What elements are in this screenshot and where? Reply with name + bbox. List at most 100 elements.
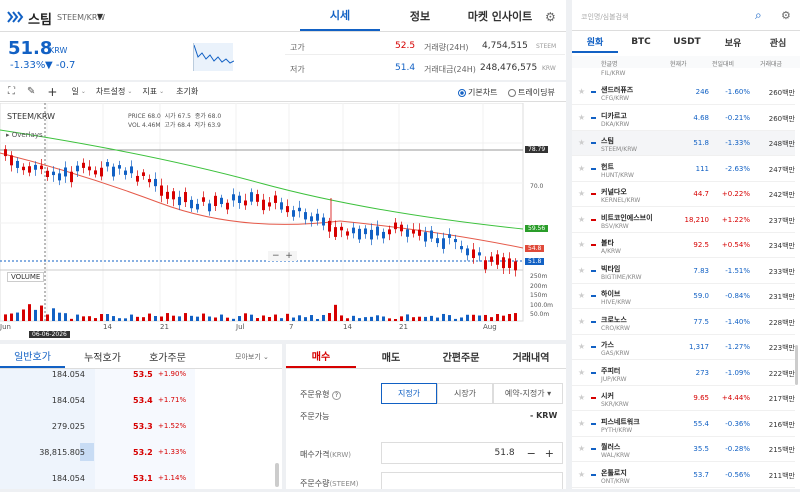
candle [322,217,325,226]
tab-simple-order[interactable]: 간편주문 [426,344,496,368]
plus-icon[interactable]: + [545,447,554,460]
market-row[interactable]: ★ 월러스 WAL/KRW 35.5 -0.28% 215백만 [572,437,795,462]
tab-usdt[interactable]: USDT [664,31,710,53]
star-icon[interactable]: ★ [578,393,585,402]
market-amt: 248백만 [768,140,795,148]
market-row[interactable]: ★ 비트코인에스브이 BSV/KRW 18,210 +1.22% 237백만 [572,208,795,233]
minus-icon[interactable]: − [527,447,536,460]
book-price[interactable]: 53.1 [133,474,153,483]
help-icon[interactable]: ? [332,391,341,400]
zoom-controls[interactable]: − + [268,251,297,261]
candle [232,194,235,201]
candle [502,257,505,269]
market-row[interactable]: ★ 피스네트워크 PYTH/KRW 55.4 -0.36% 216백만 [572,412,795,437]
book-price[interactable]: 53.3 [133,422,153,431]
candle [274,195,277,203]
market-row[interactable]: ★ 디카르고 DKA/KRW 4.68 -0.21% 260백만 [572,106,795,131]
volume-bar [16,312,19,321]
chevron-down-icon[interactable]: ▼ [97,12,103,21]
candle [514,261,517,271]
period-select[interactable]: 일 ⌄ [71,86,85,97]
market-row[interactable]: ★ 시커 SKR/KRW 9.65 +4.44% 217백만 [572,386,795,411]
reset-button[interactable]: 초기화 [176,86,198,97]
star-icon[interactable]: ★ [578,470,585,479]
sidebar-gear-icon[interactable]: ⚙ [781,9,791,22]
star-icon[interactable]: ★ [578,240,585,249]
type-reserve[interactable]: 예약-지정가 ▾ [493,383,563,404]
volume-bar [376,315,379,321]
market-row[interactable]: ★ 샌드러퓨즈 CFG/KRW 246 -1.60% 260백만 [572,80,795,105]
star-icon[interactable]: ★ [578,291,585,300]
book-row[interactable]: 38,815.805 53.2 +1.33% [0,440,275,466]
star-icon[interactable]: ★ [578,444,585,453]
book-price[interactable]: 53.2 [133,448,153,457]
candle [22,166,25,171]
tab-krw[interactable]: 원화 [572,31,618,53]
book-scrollbar[interactable] [275,463,279,487]
qty-input[interactable] [381,472,563,489]
volume-bar [226,317,229,321]
pencil-icon[interactable]: ✎ [27,86,35,97]
book-price[interactable]: 53.5 [133,370,153,379]
star-icon[interactable]: ★ [578,317,585,326]
chart-settings[interactable]: 차트설정 ⌄ [96,86,132,97]
volume-bar [406,314,409,321]
market-row[interactable]: ★ 빅타임 BIGTIME/KRW 7.83 -1.51% 233백만 [572,259,795,284]
tab-sell[interactable]: 매도 [356,344,426,368]
volume-bar [364,317,367,321]
fullscreen-icon[interactable]: ⛶ [8,86,15,97]
market-row[interactable]: ★ 크로노스 CRO/KRW 77.5 -1.40% 228백만 [572,310,795,335]
book-row[interactable]: 184.054 53.5 +1.90% [0,362,275,388]
tab-market[interactable]: 시세 [300,0,380,31]
tab-holding[interactable]: 보유 [710,31,756,53]
market-row[interactable]: ★ 스팀 STEEM/KRW 51.8 -1.33% 248백만 [572,131,795,156]
price-chart[interactable] [0,103,566,340]
star-icon[interactable]: ★ [578,419,585,428]
indicator-select[interactable]: 지표 ⌄ [142,86,164,97]
type-limit[interactable]: 지정가 [381,383,437,404]
tab-favorite[interactable]: 관심 [756,31,800,53]
volume-bar [412,317,415,321]
star-icon[interactable]: ★ [578,368,585,377]
price-input[interactable]: 51.8− + [381,442,563,464]
market-row[interactable]: ★ 가스 GAS/KRW 1,317 -1.27% 223백만 [572,335,795,360]
basic-chart-radio[interactable]: 기본차트 [458,87,497,98]
market-row[interactable]: ★ 볼타 A/KRW 92.5 +0.54% 234백만 [572,233,795,258]
star-icon[interactable]: ★ [578,215,585,224]
tradingview-radio[interactable]: 트레이딩뷰 [508,87,555,98]
market-row[interactable]: ★ 커널다오 KERNEL/KRW 44.7 +0.22% 242백만 [572,182,795,207]
book-row[interactable]: 184.054 53.1 +1.14% [0,466,275,492]
sidebar-scrollbar[interactable] [795,345,798,385]
star-icon[interactable]: ★ [578,266,585,275]
tab-buy[interactable]: 매수 [286,344,356,368]
gear-icon[interactable]: ⚙ [545,10,556,24]
star-icon[interactable]: ★ [578,189,585,198]
book-row[interactable]: 184.054 53.4 +1.71% [0,388,275,414]
crosshair-icon[interactable]: + [47,85,57,99]
overlays-toggle[interactable]: ▸ Overlays [6,131,43,139]
candle [328,220,331,232]
book-price[interactable]: 53.4 [133,396,153,405]
star-icon[interactable]: ★ [578,113,585,122]
tab-info[interactable]: 정보 [380,0,460,31]
market-row[interactable]: ★ 온톨로지 ONT/KRW 53.7 -0.56% 211백만 [572,463,795,488]
star-icon[interactable]: ★ [578,87,585,96]
market-name: 빅타임 [601,264,621,273]
search-icon[interactable]: ⌕ [755,8,762,23]
star-icon[interactable]: ★ [578,138,585,147]
tab-history[interactable]: 거래내역 [496,344,566,368]
star-icon[interactable]: ★ [578,342,585,351]
trend-icon [591,142,596,144]
market-row[interactable]: ★ 주피터 JUP/KRW 273 -1.09% 222백만 [572,361,795,386]
candle [58,173,61,181]
volume-bar [394,318,397,321]
tab-btc[interactable]: BTC [618,31,664,53]
market-row[interactable]: ★ 헌트 HUNT/KRW 111 -2.63% 247백만 [572,157,795,182]
market-row[interactable]: ★ 하이브 HIVE/KRW 59.0 -0.84% 231백만 [572,284,795,309]
tab-insight[interactable]: 마켓 인사이트 [460,0,540,31]
view-select[interactable]: 모아보기 ⌄ [235,352,269,362]
type-market[interactable]: 시장가 [437,383,493,404]
book-row[interactable]: 279.025 53.3 +1.52% [0,414,275,440]
star-icon[interactable]: ★ [578,164,585,173]
search-input[interactable]: 코인명/심볼검색 [581,12,628,22]
